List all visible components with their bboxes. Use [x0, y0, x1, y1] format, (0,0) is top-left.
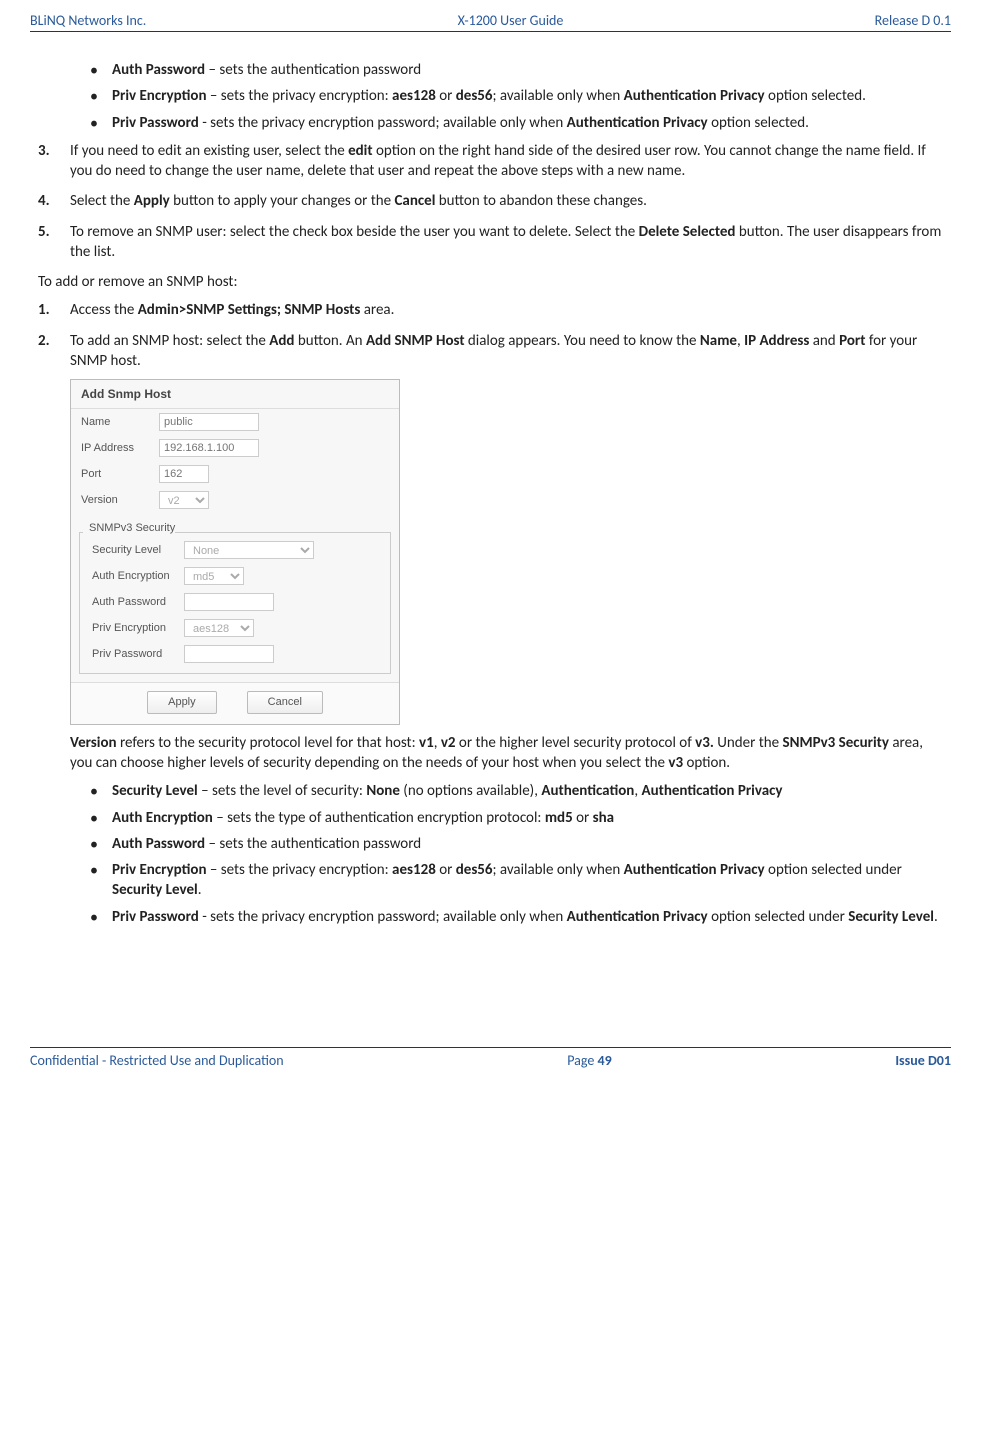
ip-input[interactable]	[159, 439, 259, 457]
page-header: BLiNQ Networks Inc. X-1200 User Guide Re…	[30, 12, 951, 32]
step-4: 4. Select the Apply button to apply your…	[38, 191, 943, 211]
content-area: Auth Password – sets the authentication …	[30, 60, 951, 927]
list-item: Auth Encryption – sets the type of authe…	[90, 808, 943, 828]
step-2: 2. To add an SNMP host: select the Add b…	[38, 331, 943, 927]
add-snmp-host-dialog: Add Snmp Host Name IP Address Port V	[70, 379, 400, 725]
list-item: Auth Password – sets the authentication …	[90, 834, 943, 854]
port-label: Port	[81, 467, 159, 482]
version-paragraph: Version refers to the security protocol …	[70, 733, 943, 774]
security-level-select[interactable]: None	[184, 541, 314, 559]
list-item: Auth Password – sets the authentication …	[90, 60, 943, 80]
list-item: Security Level – sets the level of secur…	[90, 781, 943, 801]
footer-page: Page 49	[567, 1052, 611, 1069]
port-input[interactable]	[159, 465, 209, 483]
list-item: Priv Encryption – sets the privacy encry…	[90, 86, 943, 106]
header-right: Release D 0.1	[875, 12, 951, 29]
name-input[interactable]	[159, 413, 259, 431]
list-item: Priv Encryption – sets the privacy encry…	[90, 860, 943, 901]
apply-button[interactable]: Apply	[147, 691, 217, 714]
bullet-list-bottom: Security Level – sets the level of secur…	[70, 781, 943, 927]
version-label: Version	[81, 493, 159, 508]
snmpv3-fieldset: Security Level None Auth Encryption md5 …	[79, 532, 391, 674]
numbered-steps-b: 1. Access the Admin>SNMP Settings; SNMP …	[38, 300, 943, 927]
step-5: 5. To remove an SNMP user: select the ch…	[38, 222, 943, 263]
step-3: 3. If you need to edit an existing user,…	[38, 141, 943, 182]
security-level-label: Security Level	[92, 543, 184, 558]
version-select[interactable]: v2	[159, 491, 209, 509]
bullet-list-top: Auth Password – sets the authentication …	[38, 60, 943, 133]
header-left: BLiNQ Networks Inc.	[30, 12, 146, 29]
footer-right: Issue D01	[895, 1052, 951, 1069]
fieldset-title: SNMPv3 Security	[83, 521, 175, 536]
name-label: Name	[81, 415, 159, 430]
priv-password-label: Priv Password	[92, 647, 184, 662]
priv-encryption-select[interactable]: aes128	[184, 619, 254, 637]
dialog-title: Add Snmp Host	[71, 380, 399, 409]
list-item: Priv Password - sets the privacy encrypt…	[90, 113, 943, 133]
list-item: Priv Password - sets the privacy encrypt…	[90, 907, 943, 927]
ip-label: IP Address	[81, 441, 159, 456]
auth-encryption-select[interactable]: md5	[184, 567, 244, 585]
numbered-steps-a: 3. If you need to edit an existing user,…	[38, 141, 943, 262]
auth-password-label: Auth Password	[92, 595, 184, 610]
page-footer: Confidential - Restricted Use and Duplic…	[30, 1047, 951, 1069]
header-center: X-1200 User Guide	[458, 12, 564, 29]
auth-password-input[interactable]	[184, 593, 274, 611]
auth-encryption-label: Auth Encryption	[92, 569, 184, 584]
step-1: 1. Access the Admin>SNMP Settings; SNMP …	[38, 300, 943, 320]
priv-encryption-label: Priv Encryption	[92, 621, 184, 636]
cancel-button[interactable]: Cancel	[247, 691, 323, 714]
priv-password-input[interactable]	[184, 645, 274, 663]
intro-text: To add or remove an SNMP host:	[38, 272, 943, 292]
footer-left: Confidential - Restricted Use and Duplic…	[30, 1052, 284, 1069]
